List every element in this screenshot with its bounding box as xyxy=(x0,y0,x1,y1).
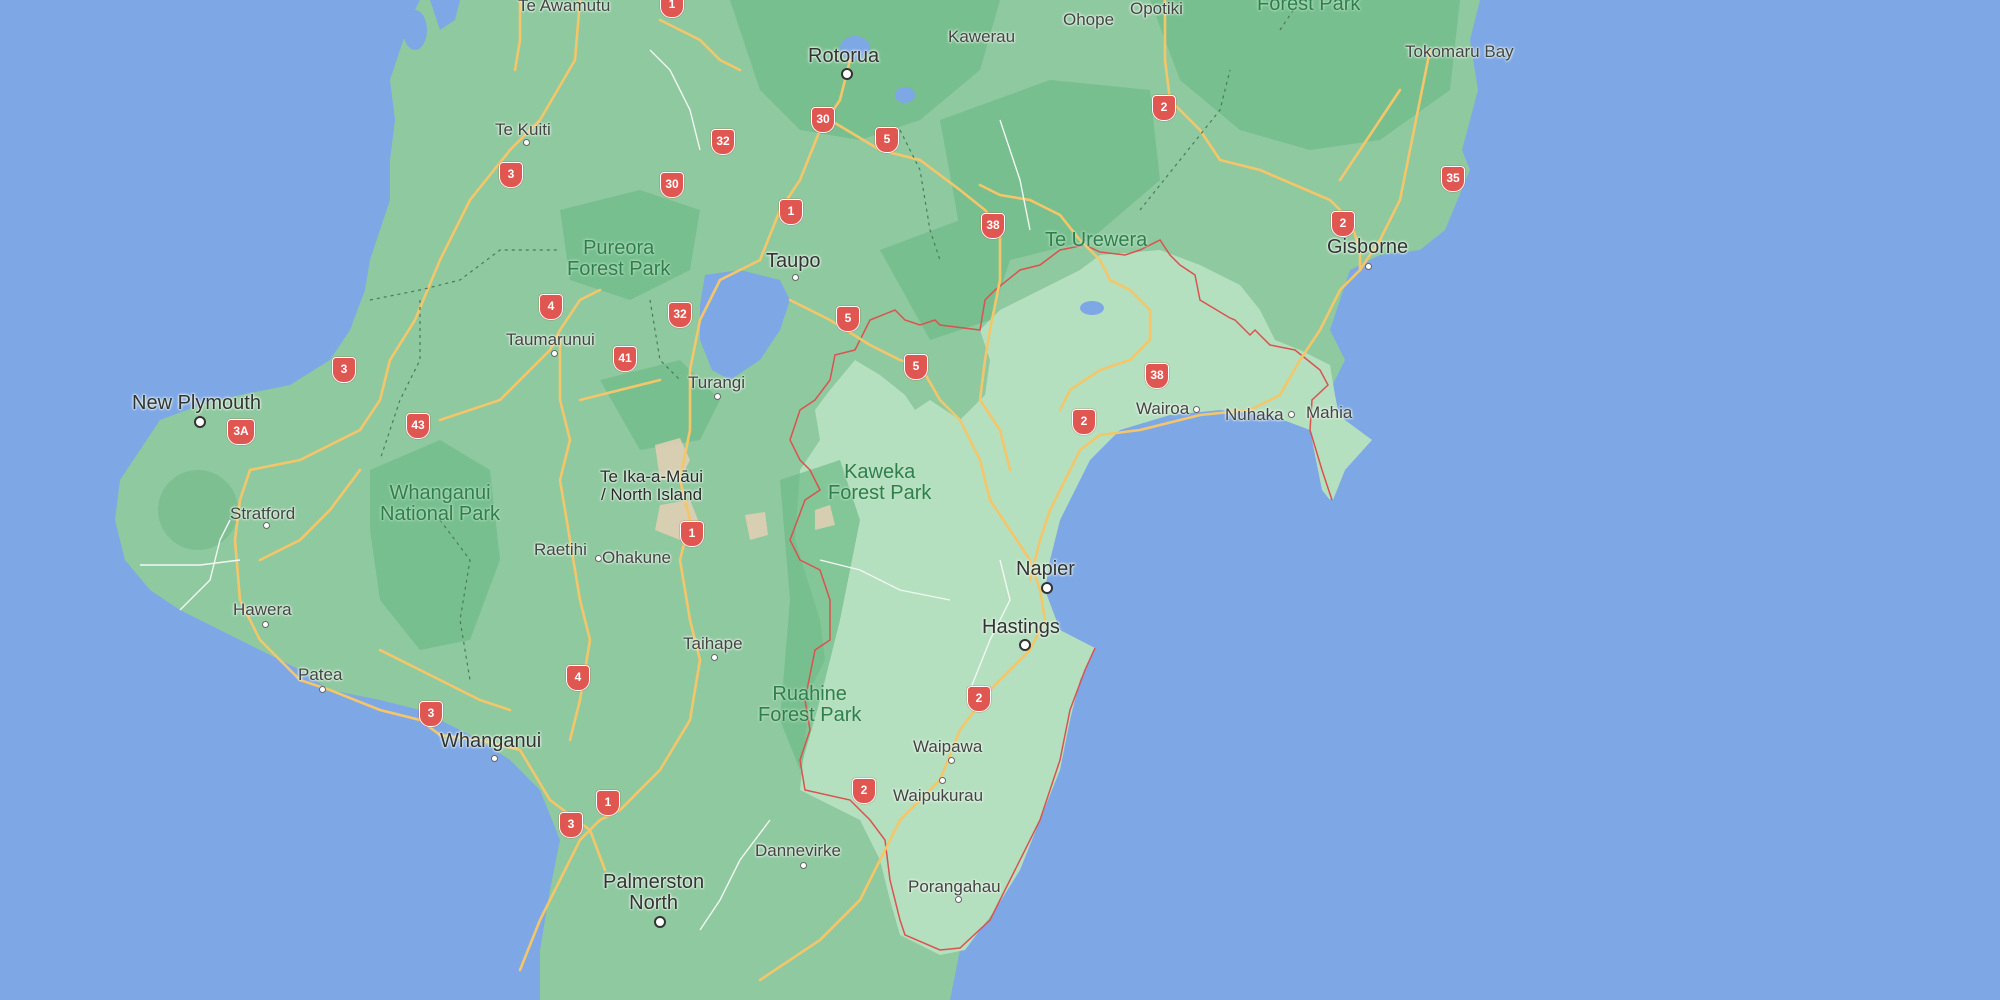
te-ika-line2: / North Island xyxy=(600,484,703,504)
place-taupo[interactable]: Taupo xyxy=(766,251,821,272)
highway-shield[interactable]: 2 xyxy=(852,778,876,804)
highway-shield[interactable]: 4 xyxy=(539,294,563,320)
highway-shield[interactable]: 38 xyxy=(1145,363,1169,389)
place-te-urewera[interactable]: Te Urewera xyxy=(1045,230,1147,251)
gisborne-marker[interactable] xyxy=(1365,263,1372,270)
place-opotiki[interactable]: Opotiki xyxy=(1130,0,1183,18)
hastings-marker[interactable] xyxy=(1019,639,1031,651)
place-forest-park-top[interactable]: Forest Park xyxy=(1257,0,1360,15)
palmerston-north-marker[interactable] xyxy=(654,916,666,928)
place-taumarunui[interactable]: Taumarunui xyxy=(506,331,595,349)
highway-shield[interactable]: 4 xyxy=(566,665,590,691)
kaweka-line1: Kaweka xyxy=(844,461,916,483)
place-ohakune[interactable]: Ohakune xyxy=(602,549,671,567)
pureora-line1: Pureora xyxy=(583,237,655,259)
highway-shield[interactable]: 3 xyxy=(559,812,583,838)
highway-shield[interactable]: 1 xyxy=(779,199,803,225)
place-whanganui[interactable]: Whanganui xyxy=(440,731,541,752)
waipukurau-marker[interactable] xyxy=(939,777,946,784)
place-mahia[interactable]: Mahia xyxy=(1306,404,1352,422)
rotorua-marker[interactable] xyxy=(841,68,853,80)
place-waipawa[interactable]: Waipawa xyxy=(913,738,982,756)
place-napier[interactable]: Napier xyxy=(1016,559,1075,580)
place-rotorua[interactable]: Rotorua xyxy=(808,46,879,67)
place-hastings[interactable]: Hastings xyxy=(982,617,1060,638)
dannevirke-marker[interactable] xyxy=(800,862,807,869)
place-waipukurau[interactable]: Waipukurau xyxy=(893,787,983,805)
taihape-marker[interactable] xyxy=(711,654,718,661)
napier-marker[interactable] xyxy=(1041,582,1053,594)
palmerston-line2: North xyxy=(629,892,679,914)
patea-marker[interactable] xyxy=(319,686,326,693)
highway-shield[interactable]: 3A xyxy=(227,419,255,445)
highway-shield[interactable]: 41 xyxy=(613,346,637,372)
nuhaka-marker[interactable] xyxy=(1288,411,1295,418)
highway-shield[interactable]: 2 xyxy=(1152,95,1176,121)
place-new-plymouth[interactable]: New Plymouth xyxy=(132,393,261,414)
whanganui-np-line1: Whanganui xyxy=(389,482,491,504)
highway-shield[interactable]: 2 xyxy=(1072,409,1096,435)
te-kuiti-marker[interactable] xyxy=(523,139,530,146)
place-wairoa[interactable]: Wairoa xyxy=(1136,400,1189,418)
wairoa-marker[interactable] xyxy=(1193,406,1200,413)
highway-shield[interactable]: 38 xyxy=(981,213,1005,239)
ruahine-line1: Ruahine xyxy=(772,683,847,705)
ohakune-marker[interactable] xyxy=(595,555,602,562)
place-ohope[interactable]: Ohope xyxy=(1063,11,1114,29)
place-kaweka-forest-park[interactable]: Kaweka Forest Park xyxy=(828,462,931,504)
pureora-line2: Forest Park xyxy=(567,258,671,280)
place-porangahau[interactable]: Porangahau xyxy=(908,878,1001,896)
place-raetihi[interactable]: Raetihi xyxy=(534,541,587,559)
highway-shield[interactable]: 30 xyxy=(660,172,684,198)
whanganui-np-line2: National Park xyxy=(380,503,501,525)
place-tokomaru-bay[interactable]: Tokomaru Bay xyxy=(1405,43,1514,61)
place-ruahine-forest-park[interactable]: Ruahine Forest Park xyxy=(758,684,861,726)
region-north-island[interactable]: Te Ika-a-Māui / North Island xyxy=(600,468,703,504)
hawera-marker[interactable] xyxy=(262,621,269,628)
map-canvas[interactable] xyxy=(0,0,2000,1000)
turangi-marker[interactable] xyxy=(714,393,721,400)
place-palmerston-north[interactable]: Palmerston North xyxy=(603,872,704,914)
place-dannevirke[interactable]: Dannevirke xyxy=(755,842,841,860)
highway-shield[interactable]: 1 xyxy=(596,790,620,816)
highway-shield[interactable]: 5 xyxy=(836,306,860,332)
place-kawerau[interactable]: Kawerau xyxy=(948,28,1015,46)
highway-shield[interactable]: 43 xyxy=(406,413,430,439)
highway-shield[interactable]: 5 xyxy=(875,127,899,153)
highway-shield[interactable]: 2 xyxy=(967,686,991,712)
place-stratford[interactable]: Stratford xyxy=(230,505,295,523)
highway-shield[interactable]: 30 xyxy=(811,107,835,133)
highway-shield[interactable]: 35 xyxy=(1441,166,1465,192)
highway-shield[interactable]: 3 xyxy=(499,162,523,188)
highway-shield[interactable]: 3 xyxy=(332,357,356,383)
map-view[interactable]: Te Awamutu Rotorua Kawerau Ohope Opotiki… xyxy=(0,0,2000,1000)
highway-shield[interactable]: 3 xyxy=(419,701,443,727)
ruahine-line2: Forest Park xyxy=(758,704,862,726)
kaweka-line2: Forest Park xyxy=(828,482,932,504)
whanganui-marker[interactable] xyxy=(491,755,498,762)
stratford-marker[interactable] xyxy=(263,522,270,529)
highway-shield[interactable]: 5 xyxy=(904,354,928,380)
waipawa-marker[interactable] xyxy=(948,757,955,764)
place-whanganui-national-park[interactable]: Whanganui National Park xyxy=(380,483,500,525)
place-gisborne[interactable]: Gisborne xyxy=(1327,237,1408,258)
highway-shield[interactable]: 2 xyxy=(1331,211,1355,237)
palmerston-line1: Palmerston xyxy=(603,871,705,893)
place-te-kuiti[interactable]: Te Kuiti xyxy=(495,121,551,139)
highway-shield[interactable]: 32 xyxy=(668,302,692,328)
taupo-marker[interactable] xyxy=(792,274,799,281)
porangahau-marker[interactable] xyxy=(955,896,962,903)
place-hawera[interactable]: Hawera xyxy=(233,601,292,619)
place-turangi[interactable]: Turangi xyxy=(688,374,745,392)
highway-shield[interactable]: 32 xyxy=(711,129,735,155)
place-taihape[interactable]: Taihape xyxy=(683,635,743,653)
highway-shield[interactable]: 1 xyxy=(680,521,704,547)
te-ika-line1: Te Ika-a-Māui xyxy=(600,467,703,486)
place-patea[interactable]: Patea xyxy=(298,666,342,684)
place-pureora[interactable]: Pureora Forest Park xyxy=(567,238,670,280)
place-nuhaka[interactable]: Nuhaka xyxy=(1225,406,1284,424)
taumarunui-marker[interactable] xyxy=(551,350,558,357)
new-plymouth-marker[interactable] xyxy=(194,416,206,428)
place-te-awamutu[interactable]: Te Awamutu xyxy=(518,0,610,15)
